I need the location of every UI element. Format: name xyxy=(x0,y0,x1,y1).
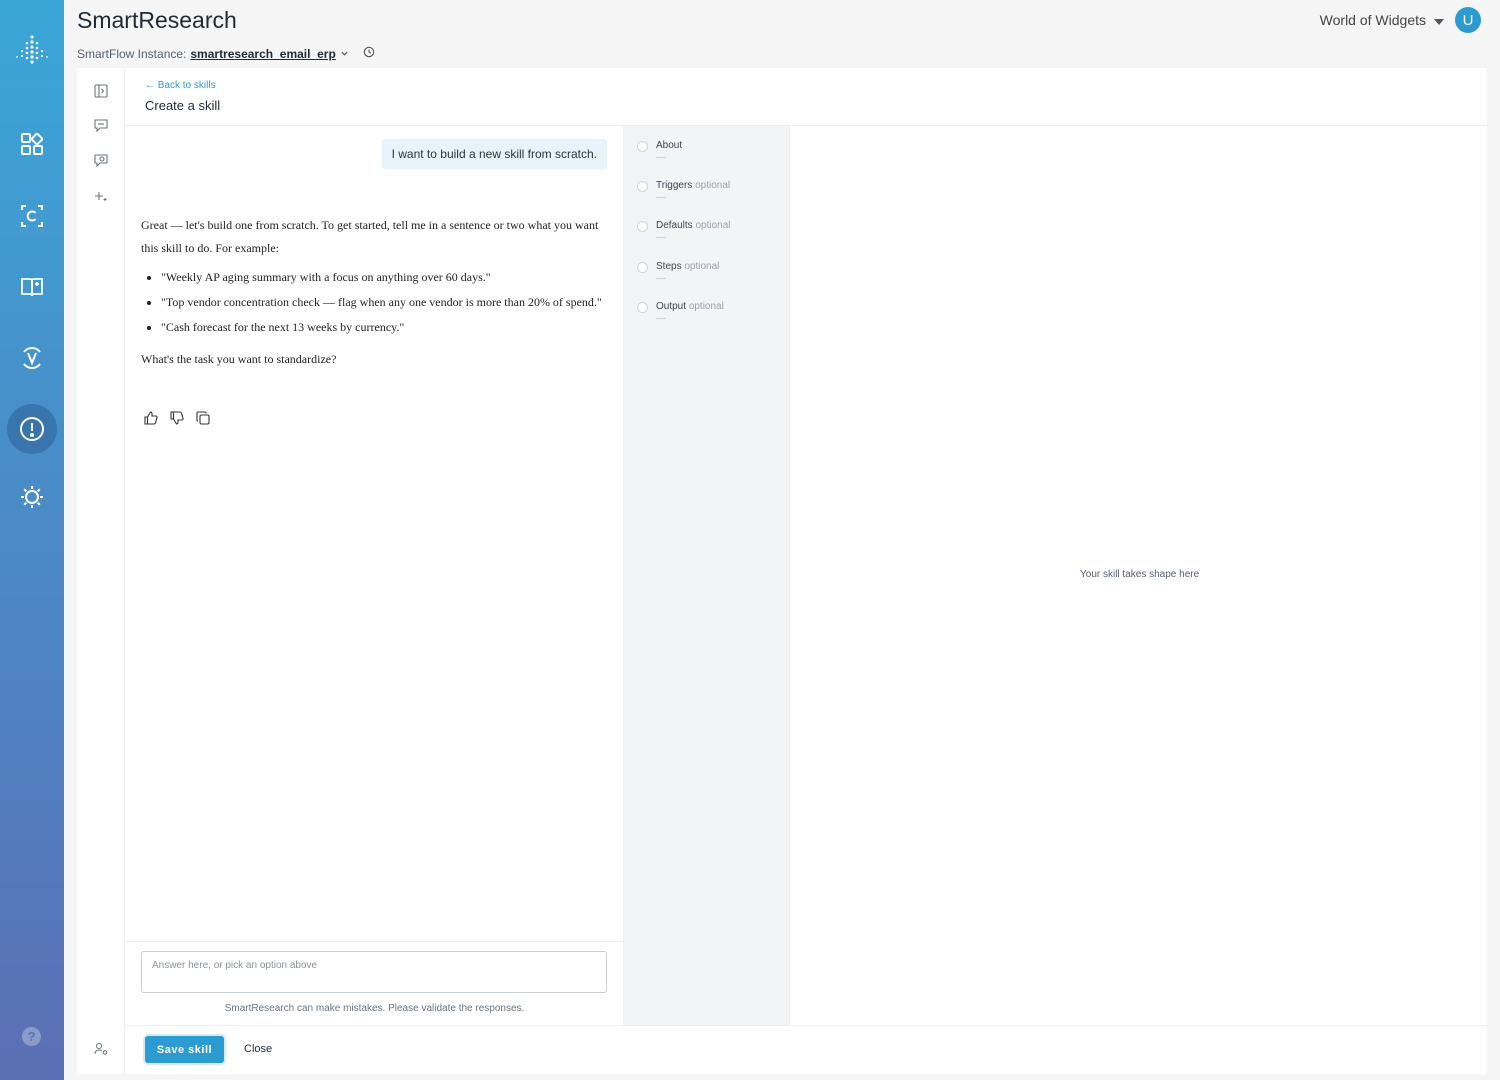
instance-label: SmartFlow Instance: xyxy=(77,46,187,61)
assistant-question: What's the task you want to standardize? xyxy=(141,352,337,366)
caret-down-icon xyxy=(1434,12,1444,28)
app-title: SmartResearch xyxy=(77,7,237,33)
new-chat-icon[interactable] xyxy=(91,116,111,136)
step-steps[interactable]: Steps optional — xyxy=(637,261,719,286)
example-list: "Weekly AP aging summary with a focus on… xyxy=(161,266,611,339)
page-title: Create a skill xyxy=(145,98,221,113)
breadcrumb: ← Back to skills Create a skill xyxy=(145,80,220,113)
footer-divider xyxy=(125,1025,1487,1026)
message-actions xyxy=(144,411,210,425)
answer-input[interactable]: Answer here, or pick an option above xyxy=(141,951,607,993)
step-status-icon xyxy=(637,262,648,273)
alert-circle-icon xyxy=(19,416,45,442)
instance-selector[interactable]: SmartFlow Instance: smartresearch_email_… xyxy=(77,46,375,61)
history-icon[interactable] xyxy=(363,46,375,61)
step-status-icon xyxy=(637,141,648,152)
thumbs-down-icon[interactable] xyxy=(170,411,184,425)
close-button[interactable]: Close xyxy=(244,1043,272,1055)
step-triggers[interactable]: Triggers optional — xyxy=(637,180,730,205)
assistant-message: Great — let's build one from scratch. To… xyxy=(141,214,611,371)
nav-library[interactable] xyxy=(7,262,57,312)
list-item: "Weekly AP aging summary with a focus on… xyxy=(161,266,611,289)
search-chats-icon[interactable] xyxy=(91,151,111,171)
disclaimer: SmartResearch can make mistakes. Please … xyxy=(224,1003,525,1014)
book-icon xyxy=(20,276,44,298)
preview-empty-state: Your skill takes shape here xyxy=(1080,569,1200,580)
settings-icon xyxy=(20,485,44,509)
sparkle-add-icon[interactable] xyxy=(91,186,111,206)
chat-pane: I want to build a new skill from scratch… xyxy=(126,126,623,1074)
c-app-icon xyxy=(21,205,43,227)
user-message: I want to build a new skill from scratch… xyxy=(381,139,607,169)
chevron-down-icon[interactable] xyxy=(340,47,349,61)
nav-v-app[interactable] xyxy=(7,333,57,383)
step-status-icon xyxy=(637,221,648,232)
thumbs-up-icon[interactable] xyxy=(144,411,158,425)
step-about[interactable]: About — xyxy=(637,140,682,165)
tool-column xyxy=(77,68,125,1074)
instance-name[interactable]: smartresearch_email_erp xyxy=(190,47,335,61)
copy-icon[interactable] xyxy=(196,411,210,425)
user-settings-icon[interactable] xyxy=(94,1042,108,1061)
composer-divider xyxy=(126,941,623,942)
avatar[interactable]: U xyxy=(1455,7,1481,33)
save-skill-button[interactable]: Save skill xyxy=(145,1036,224,1063)
sidebar-toggle-icon[interactable] xyxy=(91,81,111,101)
step-status-icon xyxy=(637,181,648,192)
nav-settings[interactable] xyxy=(7,472,57,522)
back-to-skills-link[interactable]: ← Back to skills xyxy=(145,80,220,91)
assistant-intro: Great — let's build one from scratch. To… xyxy=(141,218,599,255)
nav-dashboard[interactable] xyxy=(7,119,57,169)
org-selector[interactable]: World of Widgets xyxy=(1320,12,1444,28)
list-item: "Cash forecast for the next 13 weeks by … xyxy=(161,316,611,339)
step-status-icon xyxy=(637,302,648,313)
step-output[interactable]: Output optional — xyxy=(637,301,724,326)
skill-outline: About — Triggers optional — Defaults opt… xyxy=(623,126,790,1025)
org-name: World of Widgets xyxy=(1319,12,1426,28)
answer-input-placeholder: Answer here, or pick an option above xyxy=(152,960,318,971)
step-defaults[interactable]: Defaults optional — xyxy=(637,220,731,245)
help-icon[interactable]: ? xyxy=(22,1027,41,1046)
nav-c-app[interactable] xyxy=(7,191,57,241)
skill-builder-card: ← Back to skills Create a skill I want t… xyxy=(77,68,1487,1074)
nav-alerts[interactable] xyxy=(7,404,57,454)
list-item: "Top vendor concentration check — flag w… xyxy=(161,291,611,314)
nav-rail: ? xyxy=(0,0,64,1080)
v-app-icon xyxy=(20,346,44,370)
dashboard-icon xyxy=(21,133,43,155)
logo-icon[interactable] xyxy=(12,32,52,72)
